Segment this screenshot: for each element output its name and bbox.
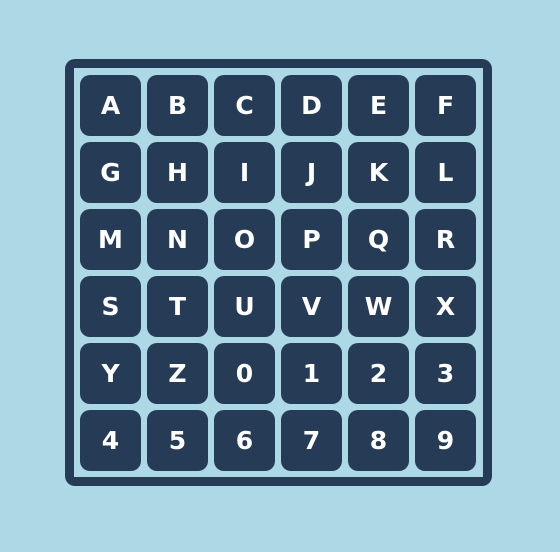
- key-label: H: [167, 158, 188, 187]
- key-label: Z: [168, 359, 187, 388]
- key-i[interactable]: I: [214, 142, 275, 203]
- key-label: E: [369, 91, 388, 120]
- key-label: C: [235, 91, 254, 120]
- key-2[interactable]: 2: [348, 343, 409, 404]
- key-4[interactable]: 4: [80, 410, 141, 471]
- key-label: 8: [369, 426, 388, 455]
- key-label: I: [239, 158, 250, 187]
- key-label: 6: [235, 426, 254, 455]
- key-label: Q: [367, 225, 390, 254]
- key-b[interactable]: B: [147, 75, 208, 136]
- key-f[interactable]: F: [415, 75, 476, 136]
- key-6[interactable]: 6: [214, 410, 275, 471]
- key-c[interactable]: C: [214, 75, 275, 136]
- key-1[interactable]: 1: [281, 343, 342, 404]
- key-9[interactable]: 9: [415, 410, 476, 471]
- key-y[interactable]: Y: [80, 343, 141, 404]
- key-l[interactable]: L: [415, 142, 476, 203]
- key-label: P: [302, 225, 321, 254]
- key-p[interactable]: P: [281, 209, 342, 270]
- key-label: 2: [369, 359, 388, 388]
- key-label: J: [306, 158, 317, 187]
- key-x[interactable]: X: [415, 276, 476, 337]
- key-v[interactable]: V: [281, 276, 342, 337]
- key-3[interactable]: 3: [415, 343, 476, 404]
- key-label: L: [437, 158, 454, 187]
- key-m[interactable]: M: [80, 209, 141, 270]
- key-label: 0: [235, 359, 254, 388]
- key-label: T: [168, 292, 187, 321]
- key-label: M: [98, 225, 123, 254]
- keypad-grid: A B C D E F G H I J K L M N O P Q R S T …: [74, 68, 483, 477]
- key-label: 1: [302, 359, 321, 388]
- key-j[interactable]: J: [281, 142, 342, 203]
- key-label: R: [435, 225, 456, 254]
- key-s[interactable]: S: [80, 276, 141, 337]
- key-g[interactable]: G: [80, 142, 141, 203]
- key-a[interactable]: A: [80, 75, 141, 136]
- key-label: 4: [101, 426, 120, 455]
- keypad-board: A B C D E F G H I J K L M N O P Q R S T …: [65, 59, 492, 486]
- key-label: 9: [436, 426, 455, 455]
- key-label: W: [364, 292, 393, 321]
- key-label: O: [233, 225, 256, 254]
- key-t[interactable]: T: [147, 276, 208, 337]
- key-label: U: [234, 292, 255, 321]
- key-e[interactable]: E: [348, 75, 409, 136]
- key-label: F: [436, 91, 455, 120]
- key-label: 3: [436, 359, 455, 388]
- key-label: G: [100, 158, 121, 187]
- key-label: D: [301, 91, 322, 120]
- key-k[interactable]: K: [348, 142, 409, 203]
- key-w[interactable]: W: [348, 276, 409, 337]
- key-label: S: [101, 292, 120, 321]
- key-u[interactable]: U: [214, 276, 275, 337]
- key-h[interactable]: H: [147, 142, 208, 203]
- key-o[interactable]: O: [214, 209, 275, 270]
- key-label: V: [301, 292, 322, 321]
- key-label: Y: [101, 359, 120, 388]
- key-label: 5: [168, 426, 187, 455]
- key-label: B: [167, 91, 188, 120]
- key-label: X: [435, 292, 456, 321]
- key-0[interactable]: 0: [214, 343, 275, 404]
- key-q[interactable]: Q: [348, 209, 409, 270]
- key-label: A: [100, 91, 121, 120]
- key-7[interactable]: 7: [281, 410, 342, 471]
- key-label: K: [368, 158, 389, 187]
- key-8[interactable]: 8: [348, 410, 409, 471]
- key-z[interactable]: Z: [147, 343, 208, 404]
- key-label: 7: [302, 426, 321, 455]
- key-r[interactable]: R: [415, 209, 476, 270]
- key-label: N: [167, 225, 188, 254]
- key-n[interactable]: N: [147, 209, 208, 270]
- key-d[interactable]: D: [281, 75, 342, 136]
- key-5[interactable]: 5: [147, 410, 208, 471]
